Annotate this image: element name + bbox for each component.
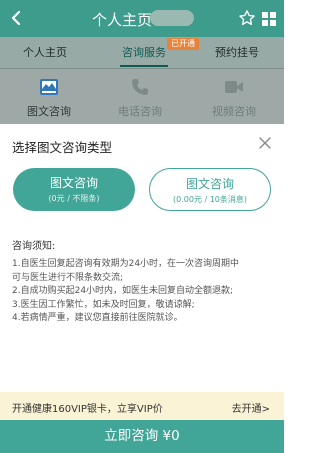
notice-line: 4.若病情严重，建议您直接前往医院就诊。 <box>12 313 183 323</box>
image-text-icon <box>40 79 58 95</box>
consult-now-button[interactable]: 立即咨询 ¥0 <box>0 420 284 453</box>
phone-icon <box>132 79 148 95</box>
option-price: (0元 / 不限条) <box>48 194 100 203</box>
notice-line: 可与医生进行不限条数交流; <box>12 272 124 283</box>
chevron-left-icon <box>11 10 21 26</box>
vip-promo-bar[interactable]: 开通健康160VIP银卡，立享VIP价 去开通> <box>0 392 284 420</box>
option-ten-messages[interactable]: 图文咨询 (0.00元 / 10条消息) <box>149 168 271 211</box>
service-label: 视频咨询 <box>212 105 256 118</box>
tab-bar: 个人主页 咨询服务 预约挂号 <box>0 37 284 69</box>
tab-home[interactable]: 个人主页 <box>10 37 80 69</box>
option-unlimited[interactable]: 图文咨询 (0元 / 不限条) <box>13 168 135 211</box>
tab-booking[interactable]: 预约挂号 <box>206 37 268 69</box>
service-label: 电话咨询 <box>118 105 162 118</box>
notice-line: 2.自成功购买起24小时内，如医生未回复自动全额退款; <box>12 286 234 296</box>
notice-title: 咨询须知: <box>12 241 56 252</box>
vip-promo-text: 开通健康160VIP银卡，立享VIP价 <box>12 404 163 415</box>
close-icon[interactable] <box>258 136 272 150</box>
vip-open-link[interactable]: 去开通> <box>232 400 270 415</box>
option-label: 图文咨询 <box>49 176 98 190</box>
service-label: 图文咨询 <box>27 105 71 118</box>
star-icon <box>239 10 255 26</box>
service-phone[interactable]: 电话咨询 <box>100 69 180 124</box>
grid-icon <box>262 12 276 26</box>
page-title: 个人主页- <box>92 11 158 29</box>
status-badge: 已开通 <box>167 38 199 50</box>
option-price: (0.00元 / 10条消息) <box>172 195 247 204</box>
notice-line: 3.医生因工作繁忙，如未及时回复，敬请谅解; <box>12 299 195 310</box>
service-video[interactable]: 视频咨询 <box>194 69 274 124</box>
favorite-button[interactable] <box>238 9 256 27</box>
top-header: 个人主页- <box>0 0 284 37</box>
notice-line: 1.自医生回复起咨询有效期为24小时，在一次咨询周期中 <box>12 259 240 269</box>
video-icon <box>225 81 243 93</box>
sheet-title: 选择图文咨询类型 <box>12 140 113 155</box>
more-menu-button[interactable] <box>262 11 276 26</box>
back-button[interactable] <box>6 6 26 30</box>
option-label: 图文咨询 <box>185 177 234 191</box>
service-image-text[interactable]: 图文咨询 <box>9 69 89 124</box>
service-row: 图文咨询 电话咨询 视频咨询 <box>0 69 284 124</box>
redacted-name <box>150 10 194 26</box>
consult-notice: 咨询须知: 1.自医生回复起咨询有效期为24小时，在一次咨询周期中 可与医生进行… <box>12 237 274 326</box>
